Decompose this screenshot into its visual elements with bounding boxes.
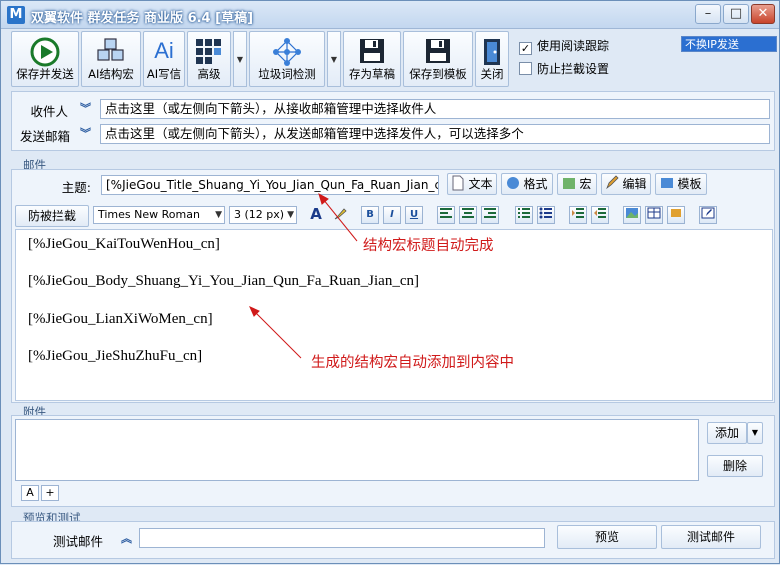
- test-mail-button[interactable]: 测试邮件: [661, 525, 761, 549]
- chevron-up-icon[interactable]: ︽: [121, 530, 132, 546]
- annotation-body: 生成的结构宏自动添加到内容中: [311, 355, 514, 371]
- test-mail-field[interactable]: [139, 528, 545, 548]
- annotation-title: 结构宏标题自动完成: [363, 238, 494, 254]
- add-attachment-button[interactable]: 添加: [707, 422, 747, 444]
- attachment-list[interactable]: [15, 419, 699, 481]
- test-mail-label: 测试邮件: [52, 534, 103, 549]
- main-window: M 双翼软件 群发任务 商业版 6.4 [草稿] – □ ✕ 保存并发送 AI结…: [0, 0, 780, 564]
- preview-button[interactable]: 预览: [557, 525, 657, 549]
- add-attachment-dropdown[interactable]: ▼: [747, 422, 763, 444]
- tab-a[interactable]: A: [21, 485, 39, 501]
- delete-attachment-button[interactable]: 删除: [707, 455, 763, 477]
- tab-add[interactable]: +: [41, 485, 59, 501]
